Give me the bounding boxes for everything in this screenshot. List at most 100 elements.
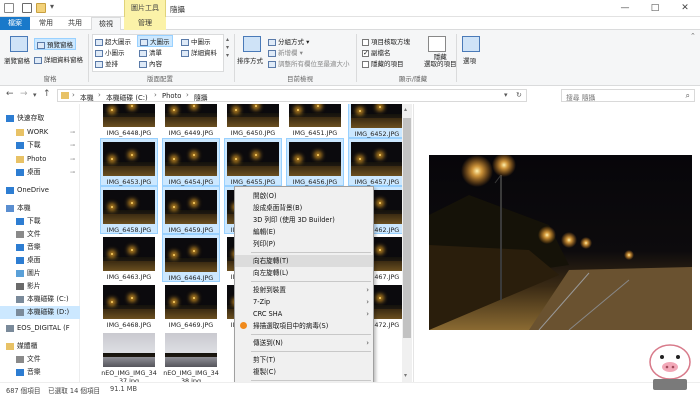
path-chevron-icon[interactable]: › bbox=[186, 91, 189, 99]
path-segment[interactable]: Photo bbox=[162, 92, 181, 100]
layout-content[interactable]: 內容 bbox=[139, 58, 162, 68]
nav-item[interactable]: 下載 bbox=[0, 215, 80, 228]
nav-item[interactable]: 影片 bbox=[0, 280, 80, 293]
sort-by-button[interactable]: 排序方式 bbox=[237, 55, 263, 65]
forward-arrow-icon[interactable]: → bbox=[20, 89, 28, 99]
tab-view[interactable]: 檢視 bbox=[91, 17, 121, 30]
nav-item[interactable]: 音樂 bbox=[0, 366, 80, 379]
details-pane-button[interactable]: 詳細資料窗格 bbox=[34, 54, 83, 64]
hidden-items-toggle[interactable]: 隱藏的項目 bbox=[362, 58, 404, 68]
pin-icon[interactable]: ⊸ bbox=[70, 169, 75, 176]
group-by-button[interactable]: 分組方式 ▾ bbox=[268, 36, 309, 46]
context-menu-item[interactable]: 開啟(O) bbox=[235, 190, 373, 202]
file-tile[interactable]: IMG_6452.JPG bbox=[348, 104, 406, 138]
file-tile[interactable]: IMG_6453.JPG bbox=[100, 138, 158, 186]
context-menu-item[interactable]: 向右旋轉(T) bbox=[235, 255, 373, 267]
file-tile[interactable]: IMG_6464.JPG bbox=[162, 234, 220, 282]
file-tile[interactable]: IMG_6469.JPG bbox=[162, 282, 220, 330]
address-bar[interactable]: › 本機 › 本機磁碟 (C:) › Photo › 隨攝 ▾ ↻ bbox=[57, 89, 527, 102]
context-menu-item[interactable]: 剪下(T) bbox=[235, 354, 373, 366]
nav-item[interactable]: OneDrive bbox=[0, 184, 80, 197]
maximize-button[interactable]: □ bbox=[640, 0, 670, 17]
context-menu-item[interactable]: 複製(C) bbox=[235, 366, 373, 378]
tab-share[interactable]: 共用 bbox=[62, 17, 88, 30]
file-tile[interactable]: IMG_6454.JPG bbox=[162, 138, 220, 186]
item-checkboxes-checkbox[interactable] bbox=[362, 38, 369, 46]
search-input[interactable]: 搜尋 隨攝 ⌕ bbox=[561, 89, 695, 102]
path-chevron-icon[interactable]: › bbox=[154, 91, 157, 99]
file-tile[interactable]: IMG_6458.JPG bbox=[100, 186, 158, 234]
preview-pane-button[interactable]: 預覽窗格 bbox=[34, 38, 76, 50]
context-menu-item[interactable]: 投射到裝置 › bbox=[235, 284, 373, 296]
scrollbar-thumb[interactable] bbox=[403, 118, 411, 338]
context-menu-item[interactable]: CRC SHA › bbox=[235, 308, 373, 320]
new-folder-icon[interactable] bbox=[36, 3, 46, 13]
fit-columns-button[interactable]: 調整所有欄位至最適大小 bbox=[268, 58, 350, 68]
context-menu-item[interactable]: 3D 列印 (使用 3D Builder) bbox=[235, 214, 373, 226]
refresh-icon[interactable]: ↻ bbox=[516, 91, 522, 99]
nav-item[interactable]: 音樂 bbox=[0, 241, 80, 254]
qat-chevron-icon[interactable]: ▾ bbox=[50, 2, 54, 11]
path-chevron-icon[interactable]: › bbox=[98, 91, 101, 99]
hidden-items-checkbox[interactable] bbox=[362, 60, 369, 68]
path-chevron-icon[interactable]: › bbox=[72, 91, 75, 99]
file-extensions-toggle[interactable]: 副檔名 bbox=[362, 47, 391, 57]
collapse-ribbon-icon[interactable]: ⌃ bbox=[690, 32, 696, 40]
pin-icon[interactable]: ⊸ bbox=[70, 142, 75, 149]
add-columns-button[interactable]: 新增欄 ▾ bbox=[268, 47, 303, 57]
layout-large-icons[interactable]: 大圖示 bbox=[137, 35, 173, 47]
address-dropdown-icon[interactable]: ▾ bbox=[504, 91, 508, 99]
pin-icon[interactable]: ⊸ bbox=[70, 156, 75, 163]
tab-file[interactable]: 檔案 bbox=[0, 17, 30, 30]
properties-icon[interactable] bbox=[22, 3, 32, 13]
layout-list[interactable]: 清單 bbox=[139, 47, 162, 57]
file-tile[interactable]: nEO_IMG_IMG_3438.jpg bbox=[162, 330, 220, 382]
file-tile[interactable]: IMG_6449.JPG bbox=[162, 104, 220, 138]
navigation-pane-button[interactable]: 瀏覽窗格 bbox=[4, 55, 30, 65]
scroll-down-icon[interactable]: ▾ bbox=[404, 372, 407, 379]
file-tile[interactable]: IMG_6455.JPG bbox=[224, 138, 282, 186]
nav-item[interactable]: 本機磁碟 (D:) bbox=[0, 306, 80, 319]
layout-medium-icons[interactable]: 中圖示 bbox=[181, 36, 211, 46]
close-button[interactable]: ✕ bbox=[670, 0, 700, 17]
file-tile[interactable]: IMG_6456.JPG bbox=[286, 138, 344, 186]
file-tile[interactable]: IMG_6459.JPG bbox=[162, 186, 220, 234]
minimize-button[interactable]: — bbox=[610, 0, 640, 17]
scroll-up-icon[interactable]: ▴ bbox=[404, 106, 407, 113]
back-arrow-icon[interactable]: ← bbox=[6, 89, 14, 99]
nav-item[interactable]: 文件 bbox=[0, 228, 80, 241]
options-button[interactable]: 選項 bbox=[463, 55, 476, 65]
pin-icon[interactable]: ⊸ bbox=[70, 129, 75, 136]
file-tile[interactable]: IMG_6451.JPG bbox=[286, 104, 344, 138]
nav-item[interactable]: 下載 bbox=[0, 139, 80, 152]
path-segment[interactable]: 本機磁碟 (C:) bbox=[106, 92, 148, 102]
layout-extra-large-icons[interactable]: 超大圖示 bbox=[95, 36, 131, 46]
up-arrow-icon[interactable]: ↑ bbox=[43, 89, 51, 99]
context-menu-item[interactable]: 設成桌面背景(B) bbox=[235, 202, 373, 214]
context-menu-item[interactable]: 傳送到(N) › bbox=[235, 337, 373, 349]
nav-item[interactable]: 媒體櫃 bbox=[0, 340, 80, 353]
path-segment[interactable]: 本機 bbox=[80, 92, 94, 102]
file-tile[interactable]: IMG_6448.JPG bbox=[100, 104, 158, 138]
nav-item[interactable]: 圖片 bbox=[0, 267, 80, 280]
context-menu-item[interactable]: 列印(P) bbox=[235, 238, 373, 250]
recent-locations-icon[interactable]: ▾ bbox=[33, 91, 37, 99]
tab-manage[interactable]: 管理 bbox=[124, 17, 166, 30]
path-segment[interactable]: 隨攝 bbox=[194, 92, 208, 102]
layout-tiles[interactable]: 並排 bbox=[95, 58, 118, 68]
hide-selected-button[interactable]: 隱藏 選取的項目 bbox=[424, 54, 457, 68]
file-extensions-checkbox[interactable] bbox=[362, 49, 369, 57]
file-tile[interactable]: IMG_6457.JPG bbox=[348, 138, 406, 186]
nav-item[interactable]: 本機磁碟 (C:) bbox=[0, 293, 80, 306]
file-tile[interactable]: IMG_6450.JPG bbox=[224, 104, 282, 138]
context-menu-item[interactable]: 向左旋轉(L) bbox=[235, 267, 373, 279]
nav-item[interactable]: 文件 bbox=[0, 353, 80, 366]
file-tile[interactable]: nEO_IMG_IMG_3437.jpg bbox=[100, 330, 158, 382]
tab-home[interactable]: 常用 bbox=[33, 17, 59, 30]
file-tile[interactable]: IMG_6468.JPG bbox=[100, 282, 158, 330]
nav-item[interactable]: WORK bbox=[0, 126, 80, 139]
search-icon[interactable]: ⌕ bbox=[686, 91, 690, 101]
layout-small-icons[interactable]: 小圖示 bbox=[95, 47, 125, 57]
file-tile[interactable]: IMG_6463.JPG bbox=[100, 234, 158, 282]
context-menu-item[interactable]: 7-Zip › bbox=[235, 296, 373, 308]
